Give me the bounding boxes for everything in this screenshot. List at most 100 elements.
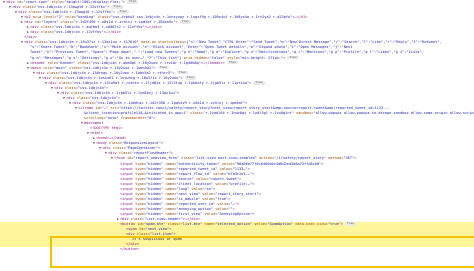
tag-token: <div: [36, 70, 47, 75]
layout-badge[interactable]: flex: [127, 0, 139, 4]
attr-name: type: [135, 161, 144, 166]
attr-value: "hidden": [145, 196, 164, 201]
tag-token: <input: [120, 201, 136, 206]
attr-value: "hidden": [145, 186, 164, 191]
attr-name: value: [215, 206, 227, 211]
attr-value: "report_story_start": [215, 191, 259, 196]
attr-name: value: [191, 186, 203, 191]
layout-badge[interactable]: flex: [111, 5, 123, 9]
elements-tree[interactable]: ▼<div id="react-root" style="height:100%…: [0, 0, 474, 271]
attr-value: "css-1dbjc4n r-150rngu r-16y2uox r-1wbh5…: [59, 70, 173, 75]
tag-token: <head>…</head>: [96, 136, 127, 141]
tag-token: <input: [120, 186, 136, 191]
tag-token: <div: [66, 95, 77, 100]
attr-value: "1133…": [232, 166, 248, 171]
tag-token: >: [122, 0, 126, 4]
tag-token: <input: [120, 161, 136, 166]
attr-value: "css-1dbjc4n r-16y2uox r-1wbh5a2": [81, 65, 154, 70]
attr-value: &client_location=profile%3A…&initiated_i…: [84, 111, 188, 116]
attr-value: "css-1dbjc4n": [89, 95, 118, 100]
attr-value: "96a06a77f0c6466d0c4d6d2ed3d8a73ffd8c00": [234, 161, 322, 166]
attr-value: "ResponsiveLayout": [121, 141, 161, 146]
attr-name: name: [165, 166, 175, 171]
tag-token: >: [321, 161, 324, 166]
attr-name: value: [213, 171, 224, 176]
tag-token: <button: [120, 222, 138, 227]
attr-value: "css-1dbjc4n r-12vffkv": [53, 30, 104, 35]
layout-badge[interactable]: flex: [287, 56, 299, 60]
attr-name: name: [165, 196, 175, 201]
attr-value: "main": [53, 65, 67, 70]
attr-name: name: [165, 186, 175, 191]
attr-value: "b7a4c2e1-…": [226, 171, 253, 176]
tag-token: <input: [120, 166, 136, 171]
tag-token: <div: [12, 5, 23, 10]
attr-value: "first_view": [176, 211, 203, 216]
attr-name: name: [165, 181, 175, 186]
layout-badge[interactable]: flex: [345, 222, 357, 226]
attr-value: "report_webview_form": [133, 156, 179, 161]
attr-value: Tweet","k":"Previous Tweet","Space":"Pag…: [30, 50, 424, 55]
layout-badge[interactable]: flex: [157, 66, 169, 70]
tag-token: >: [340, 222, 343, 227]
tag-token: >: [176, 90, 180, 95]
attr-value: "AnnoyingOption": [217, 211, 253, 216]
tag-token: <div: [18, 10, 29, 15]
layout-badge[interactable]: flex: [226, 61, 239, 65]
layout-badge[interactable]: flex: [253, 81, 265, 85]
tag-token: >: [175, 20, 178, 25]
attr-name: value: [204, 211, 216, 216]
layout-badge[interactable]: flex: [179, 20, 191, 24]
attr-name: scrolling: [84, 116, 104, 121]
attr-value: "source": [176, 176, 194, 181]
attr-value: "SpamOption": [267, 222, 294, 227]
attr-value: "css-1dbjc4n r-1jgb5lz r-1ye8kvj r-13qz1…: [83, 90, 177, 95]
attr-value: "hidden": [145, 171, 164, 176]
attr-name: value: [215, 181, 227, 186]
tag-token: >: [113, 10, 116, 15]
attr-value: "list-view-header": [143, 217, 183, 222]
tag-token: >: [252, 181, 255, 186]
tag-token: <body: [96, 141, 109, 146]
attr-name: type: [135, 191, 144, 196]
tag-token: >: [232, 206, 235, 211]
attr-name: role: [42, 65, 52, 70]
tag-token: >: [228, 196, 231, 201]
attr-value: "height:100%;display:flex;": [64, 0, 123, 4]
tag-token: <div: [24, 40, 35, 45]
layout-badge[interactable]: flex: [117, 10, 129, 14]
attr-value: "hidden": [145, 181, 164, 186]
attr-value: "s":"Share Tweet","b":"Bookmark","u":"Mu…: [30, 45, 353, 50]
text-node: It's suspicious or spam: [132, 237, 182, 242]
attr-name: class: [60, 20, 72, 25]
tag-token: <iframe: [78, 105, 96, 110]
tag-token: <div: [30, 25, 41, 30]
attr-name: style: [226, 55, 238, 60]
attr-value: "css-1dbjc4n r-1oszu61 r-1niwhzg r-18u37…: [65, 75, 181, 80]
tag-token: <form: [114, 156, 127, 161]
tag-token: >: [249, 80, 252, 85]
attr-value: "selected_option": [215, 222, 253, 227]
tag-token: <div: [24, 20, 35, 25]
attr-value: "false": [209, 55, 225, 60]
attr-name: aria-level: [32, 15, 55, 20]
dom-node-row[interactable]: </button>: [0, 247, 474, 252]
attr-value: "next-view": [145, 227, 170, 232]
layout-badge[interactable]: flex: [184, 76, 196, 80]
attr-name: class: [82, 100, 94, 105]
attr-value: "GET": [343, 156, 355, 161]
layout-badge[interactable]: flex: [176, 71, 188, 75]
tag-token: >: [153, 65, 156, 70]
tag-token: <input: [120, 196, 136, 201]
attr-name: type: [135, 166, 144, 171]
attr-value: "g m":"Messages","g s":"Settings","g u":…: [30, 55, 182, 60]
tag-token: <input: [120, 176, 136, 181]
attr-name: value: [219, 166, 231, 171]
tag-token: >: [158, 146, 161, 151]
tag-token: >: [258, 191, 261, 196]
attr-name: method: [328, 156, 342, 161]
attr-value: "list-view next-view-enabled": [194, 156, 257, 161]
tag-token: <main: [30, 65, 43, 70]
tag-token: >…</div>: [103, 30, 121, 35]
tag-token: <div: [102, 146, 113, 151]
